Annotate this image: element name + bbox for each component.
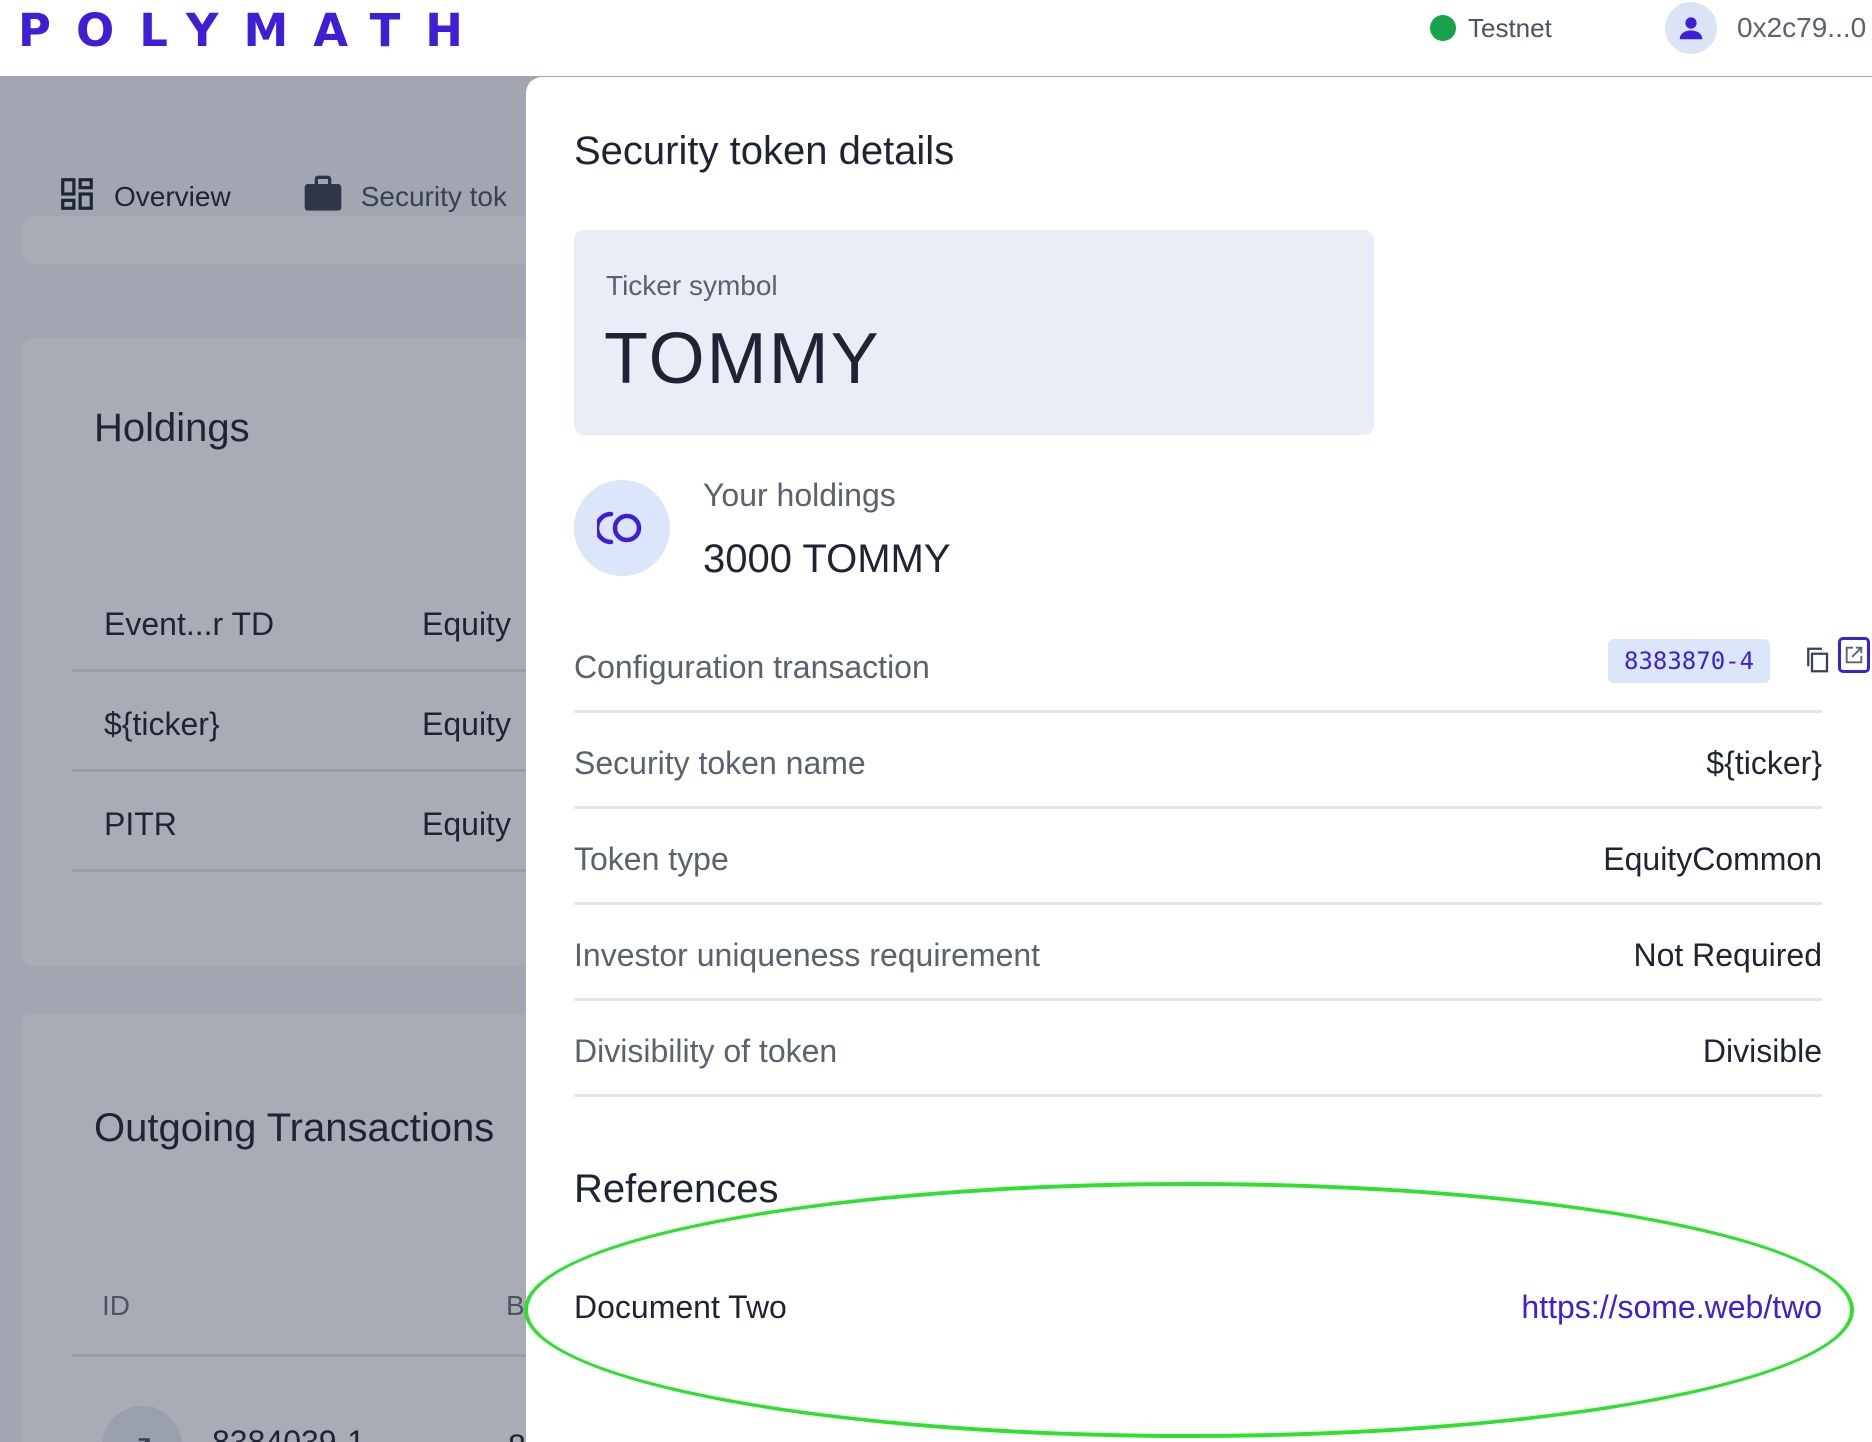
ticker-value: TOMMY xyxy=(604,319,881,399)
user-icon xyxy=(1665,2,1717,54)
detail-value: Not Required xyxy=(1633,937,1822,973)
network-label: Testnet xyxy=(1468,12,1552,43)
detail-label: Security token name xyxy=(574,745,866,781)
holdings-label: Your holdings xyxy=(703,477,896,513)
top-header: POLYMATH Testnet 0x2c79...0 xyxy=(0,0,1872,76)
ticker-card: Ticker symbol TOMMY xyxy=(574,230,1374,435)
detail-value: ${ticker} xyxy=(1706,745,1822,781)
holdings-value: 3000 TOMMY xyxy=(703,537,951,581)
detail-row-configuration-transaction: Configuration transaction 8383870-4 xyxy=(574,617,1870,713)
ticker-label: Ticker symbol xyxy=(606,270,778,301)
detail-row-investor-uniqueness: Investor uniqueness requirement Not Requ… xyxy=(574,905,1822,1001)
detail-value: EquityCommon xyxy=(1603,841,1822,877)
network-indicator[interactable]: Testnet xyxy=(1430,12,1552,44)
polymesh-logo-icon xyxy=(574,480,670,576)
detail-label: Divisibility of token xyxy=(574,1033,838,1069)
reference-link[interactable]: https://some.web/two xyxy=(1521,1289,1822,1326)
references-title: References xyxy=(574,1167,779,1211)
copy-icon[interactable] xyxy=(1802,643,1832,677)
account-address: 0x2c79...0 xyxy=(1737,12,1867,43)
external-link-icon[interactable] xyxy=(1838,637,1870,673)
network-status-dot xyxy=(1430,15,1456,41)
account-menu[interactable]: 0x2c79...0 xyxy=(1665,2,1866,54)
detail-label: Investor uniqueness requirement xyxy=(574,937,1041,973)
detail-row-token-type: Token type EquityCommon xyxy=(574,809,1822,905)
detail-row-token-name: Security token name ${ticker} xyxy=(574,713,1822,809)
detail-label: Token type xyxy=(574,841,729,877)
detail-row-divisibility: Divisibility of token Divisible xyxy=(574,1001,1822,1097)
transaction-badge[interactable]: 8383870-4 xyxy=(1608,639,1771,683)
reference-name: Document Two xyxy=(574,1289,787,1325)
detail-value: Divisible xyxy=(1702,1033,1822,1069)
detail-label: Configuration transaction xyxy=(574,649,930,685)
polymath-logo[interactable]: POLYMATH xyxy=(18,4,488,57)
security-token-details-drawer: Security token details Ticker symbol TOM… xyxy=(526,77,1872,1442)
drawer-title: Security token details xyxy=(574,129,955,173)
